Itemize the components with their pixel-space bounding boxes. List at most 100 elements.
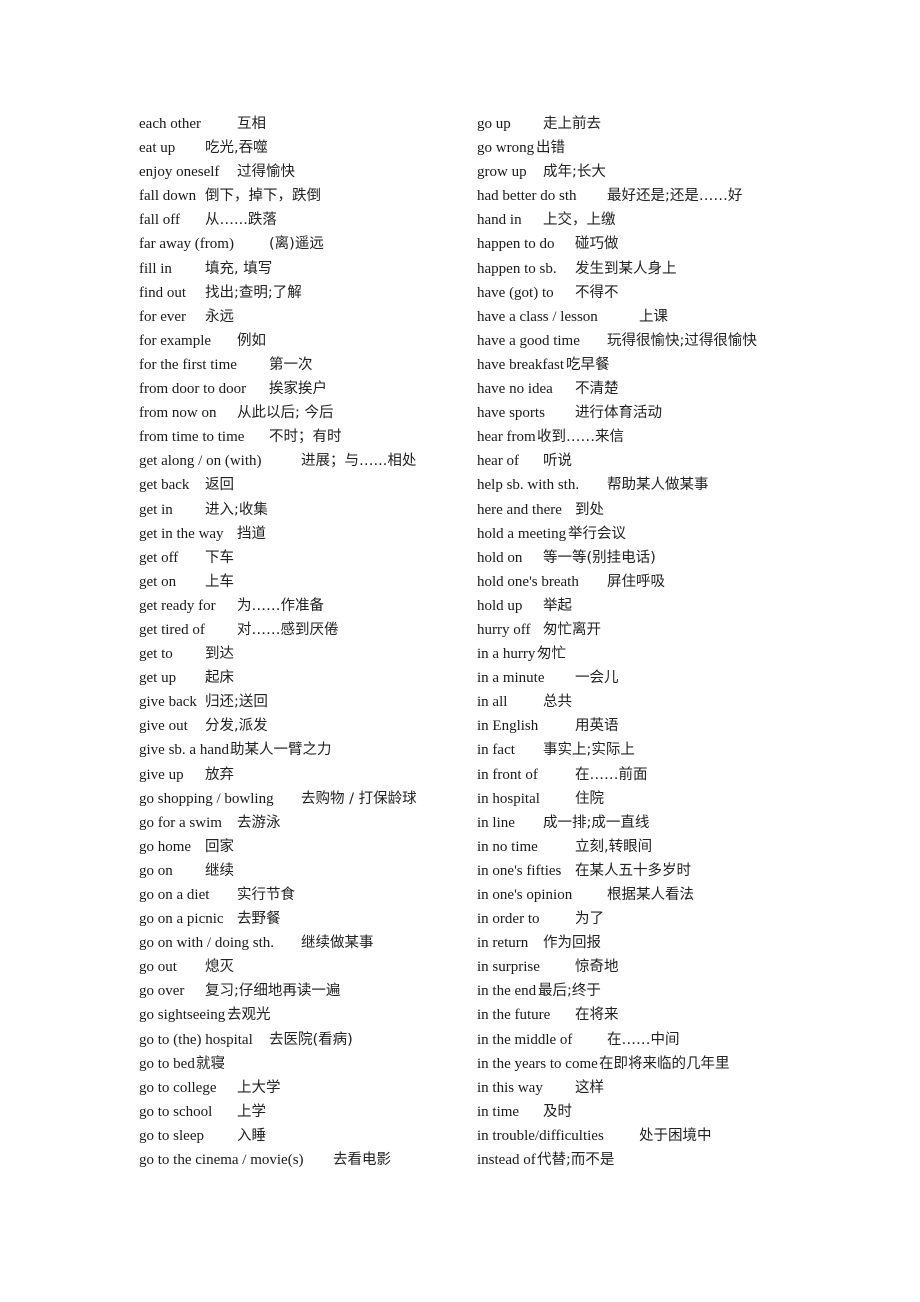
phrase-text: get on <box>139 573 177 590</box>
phrase-entry: had better do sth 最好还是;还是……好 <box>477 186 807 210</box>
phrase-meaning: 碰巧做 <box>575 236 619 253</box>
phrase-entry: help sb. with sth. 帮助某人做某事 <box>477 475 807 499</box>
phrase-text: have no idea <box>477 381 553 398</box>
phrase-meaning: 在将来 <box>575 1007 619 1024</box>
phrase-entry: in no time 立刻,转眼间 <box>477 837 807 861</box>
phrase-entry: go to (the) hospital 去医院(看病) <box>139 1030 469 1054</box>
phrase-entry: from door to door 挨家挨户 <box>139 379 469 403</box>
phrase-meaning: 玩得很愉快;过得很愉快 <box>607 332 757 349</box>
phrase-text: give sb. a hand <box>139 742 229 759</box>
phrase-entry: in trouble/difficulties 处于困境中 <box>477 1126 807 1150</box>
phrase-meaning: 用英语 <box>575 718 619 735</box>
phrase-text: hold on <box>477 549 523 566</box>
phrase-text: from door to door <box>139 381 247 398</box>
phrase-entry: get ready for 为……作准备 <box>139 596 469 620</box>
phrase-entry: happen to sb. 发生到某人身上 <box>477 259 807 283</box>
phrase-text: fall off <box>139 212 180 229</box>
phrase-text: from now on <box>139 405 217 422</box>
phrase-entry: get in 进入;收集 <box>139 500 469 524</box>
phrase-entry: for the first time 第一次 <box>139 355 469 379</box>
phrase-text: have breakfast <box>477 356 565 373</box>
phrase-meaning: 为了 <box>575 911 604 928</box>
phrase-entry: go wrong 出错 <box>477 138 807 162</box>
phrase-meaning: 返回 <box>205 477 234 494</box>
phrase-entry: give sb. a hand 助某人一臂之力 <box>139 740 469 764</box>
phrase-entry: get tired of 对……感到厌倦 <box>139 620 469 644</box>
phrase-entry: in fact 事实上;实际上 <box>477 740 807 764</box>
phrase-text: in surprise <box>477 959 540 976</box>
phrase-list-right: go up 走上前去 go wrong 出错 grow up 成年;长大 had bette… <box>477 114 807 1174</box>
phrase-meaning: 走上前去 <box>543 116 601 132</box>
phrase-entry: hurry off 匆忙离开 <box>477 620 807 644</box>
phrase-meaning: 去医院(看病) <box>269 1031 353 1048</box>
phrase-entry: in line 成一排;成一直线 <box>477 813 807 837</box>
phrase-text: in fact <box>477 742 515 759</box>
phrase-entry: in front of 在……前面 <box>477 765 807 789</box>
phrase-text: go over <box>139 983 185 1000</box>
phrase-entry: enjoy oneself 过得愉快 <box>139 162 469 186</box>
phrase-text: in no time <box>477 838 538 855</box>
phrase-meaning: 最后;终于 <box>538 983 601 1000</box>
phrase-meaning: 上车 <box>205 573 234 590</box>
phrase-meaning: 进展；与…...相处 <box>301 453 417 470</box>
phrase-entry: have a good time 玩得很愉快;过得很愉快 <box>477 331 807 355</box>
phrase-text: go for a swim <box>139 814 222 831</box>
phrase-meaning: 作为回报 <box>543 935 601 952</box>
phrase-meaning: 归还;送回 <box>205 694 268 711</box>
phrase-text: get back <box>139 477 190 494</box>
phrase-meaning: 复习;仔细地再读一遍 <box>205 983 341 1000</box>
phrase-meaning: 代替;而不是 <box>537 1152 615 1169</box>
phrase-text: hold a meeting <box>477 525 567 542</box>
phrase-meaning: 不时；有时 <box>269 429 342 446</box>
phrase-meaning: 在……中间 <box>607 1031 680 1048</box>
phrase-entry: get along / on (with) 进展；与…...相处 <box>139 451 469 475</box>
phrase-text: get along / on (with) <box>139 453 262 470</box>
phrase-text: help sb. with sth. <box>477 477 580 494</box>
phrase-meaning: 出错 <box>536 140 565 157</box>
phrase-entry: go shopping / bowling 去购物 / 打保龄球 <box>139 789 469 813</box>
phrase-meaning: 第一次 <box>269 356 313 373</box>
phrase-meaning: 继续做某事 <box>301 935 374 952</box>
phrase-entry: get in the way 挡道 <box>139 524 469 548</box>
phrase-meaning: 到处 <box>575 501 604 518</box>
phrase-text: for ever <box>139 308 187 325</box>
phrase-text: get tired of <box>139 621 205 638</box>
phrase-entry: in time 及时 <box>477 1102 807 1126</box>
phrase-text: fill in <box>139 260 172 277</box>
phrase-text: get ready for <box>139 597 216 614</box>
phrase-meaning: 对……感到厌倦 <box>237 621 339 638</box>
phrase-text: hurry off <box>477 621 531 638</box>
phrase-entry: in order to 为了 <box>477 909 807 933</box>
phrase-entry: fall off 从…...跌落 <box>139 210 469 234</box>
phrase-entry: hold a meeting 举行会议 <box>477 524 807 548</box>
phrase-meaning: 实行节食 <box>237 887 295 903</box>
phrase-entry: in hospital 住院 <box>477 789 807 813</box>
phrase-text: grow up <box>477 164 527 181</box>
phrase-meaning: 匆忙 <box>537 646 566 663</box>
phrase-text: go to the cinema / movie(s) <box>139 1152 304 1169</box>
phrase-text: go on with / doing sth. <box>139 935 275 952</box>
phrase-text: in a minute <box>477 670 545 687</box>
phrase-entry: go over 复习;仔细地再读一遍 <box>139 981 469 1005</box>
phrase-meaning: 及时 <box>543 1103 572 1120</box>
phrase-meaning: 屏住呼吸 <box>607 573 665 590</box>
phrase-text: get to <box>139 646 173 663</box>
phrase-entry: get on 上车 <box>139 572 469 596</box>
phrase-meaning: 帮助某人做某事 <box>607 477 709 494</box>
phrase-meaning: 最好还是;还是……好 <box>607 188 743 205</box>
phrase-entry: have no idea 不清楚 <box>477 379 807 403</box>
phrase-text: happen to sb. <box>477 260 557 277</box>
phrase-entry: go sightseeing 去观光 <box>139 1005 469 1029</box>
phrase-meaning: 听说 <box>543 453 572 470</box>
phrase-meaning: 成一排;成一直线 <box>543 814 650 831</box>
phrase-text: for the first time <box>139 356 237 373</box>
phrase-entry: fill in 填充, 填写 <box>139 259 469 283</box>
phrase-meaning: 收到……来信 <box>537 429 624 446</box>
phrase-text: have sports <box>477 405 545 422</box>
phrase-text: go home <box>139 838 192 855</box>
phrase-text: get up <box>139 670 177 687</box>
phrase-meaning: 不得不 <box>575 284 619 301</box>
phrase-entry: go on a picnic 去野餐 <box>139 909 469 933</box>
phrase-meaning: 处于困境中 <box>639 1127 712 1144</box>
phrase-meaning: 在……前面 <box>575 766 648 783</box>
